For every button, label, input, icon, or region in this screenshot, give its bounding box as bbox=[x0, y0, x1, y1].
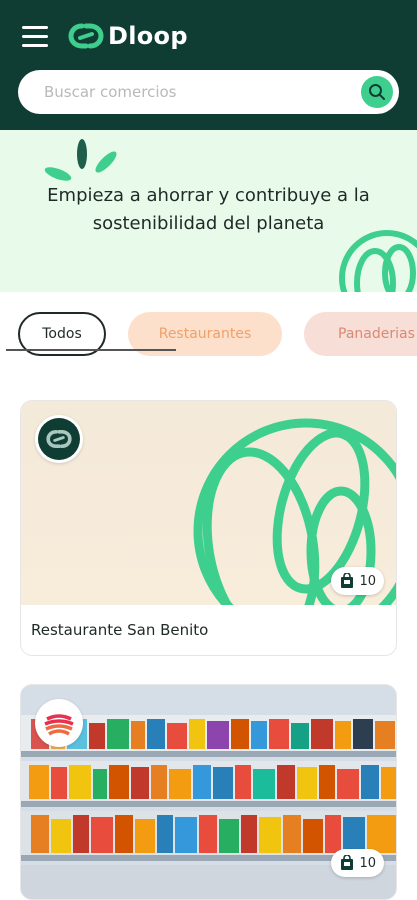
store-image: 10 bbox=[21, 401, 396, 605]
filter-chip-label: Todos bbox=[42, 326, 82, 342]
bag-icon bbox=[341, 855, 354, 870]
store-card[interactable]: 10 bbox=[20, 684, 397, 900]
filter-chip-panaderias[interactable]: Panaderias bbox=[304, 312, 417, 356]
app-name: Dloop bbox=[108, 22, 188, 50]
filter-chip-label: Panaderias bbox=[338, 326, 415, 342]
search-input[interactable] bbox=[44, 70, 354, 114]
bags-available-badge: 10 bbox=[331, 849, 384, 877]
sprout-icon bbox=[44, 139, 117, 181]
search-button[interactable] bbox=[361, 76, 393, 108]
filter-chip-label: Restaurantes bbox=[158, 326, 252, 342]
bags-count: 10 bbox=[359, 855, 376, 871]
filter-scroll-indicator bbox=[6, 349, 176, 351]
bags-available-badge: 10 bbox=[331, 567, 384, 595]
dloop-logo-icon bbox=[46, 429, 72, 449]
store-name: Restaurante San Benito bbox=[31, 621, 209, 639]
swirl-decoration-icon bbox=[339, 230, 417, 292]
store-logo bbox=[35, 415, 83, 463]
bag-icon bbox=[341, 573, 354, 588]
promo-banner: Empieza a ahorrar y contribuye a la sost… bbox=[0, 130, 417, 292]
search-bar bbox=[18, 70, 399, 114]
banner-line-1: Empieza a ahorrar y contribuye a la bbox=[47, 185, 370, 206]
menu-icon[interactable] bbox=[22, 26, 48, 48]
dloop-logo-icon bbox=[68, 23, 104, 49]
search-icon bbox=[369, 84, 385, 100]
store-logo bbox=[35, 699, 83, 747]
category-filters: Todos Restaurantes Panaderias bbox=[0, 312, 417, 358]
supermarket-logo-icon bbox=[43, 707, 75, 739]
store-card[interactable]: 10 Restaurante San Benito bbox=[20, 400, 397, 656]
app-header: Dloop bbox=[0, 0, 417, 130]
store-image: 10 bbox=[21, 685, 396, 899]
app-logo: Dloop bbox=[68, 20, 188, 52]
bags-count: 10 bbox=[359, 573, 376, 589]
